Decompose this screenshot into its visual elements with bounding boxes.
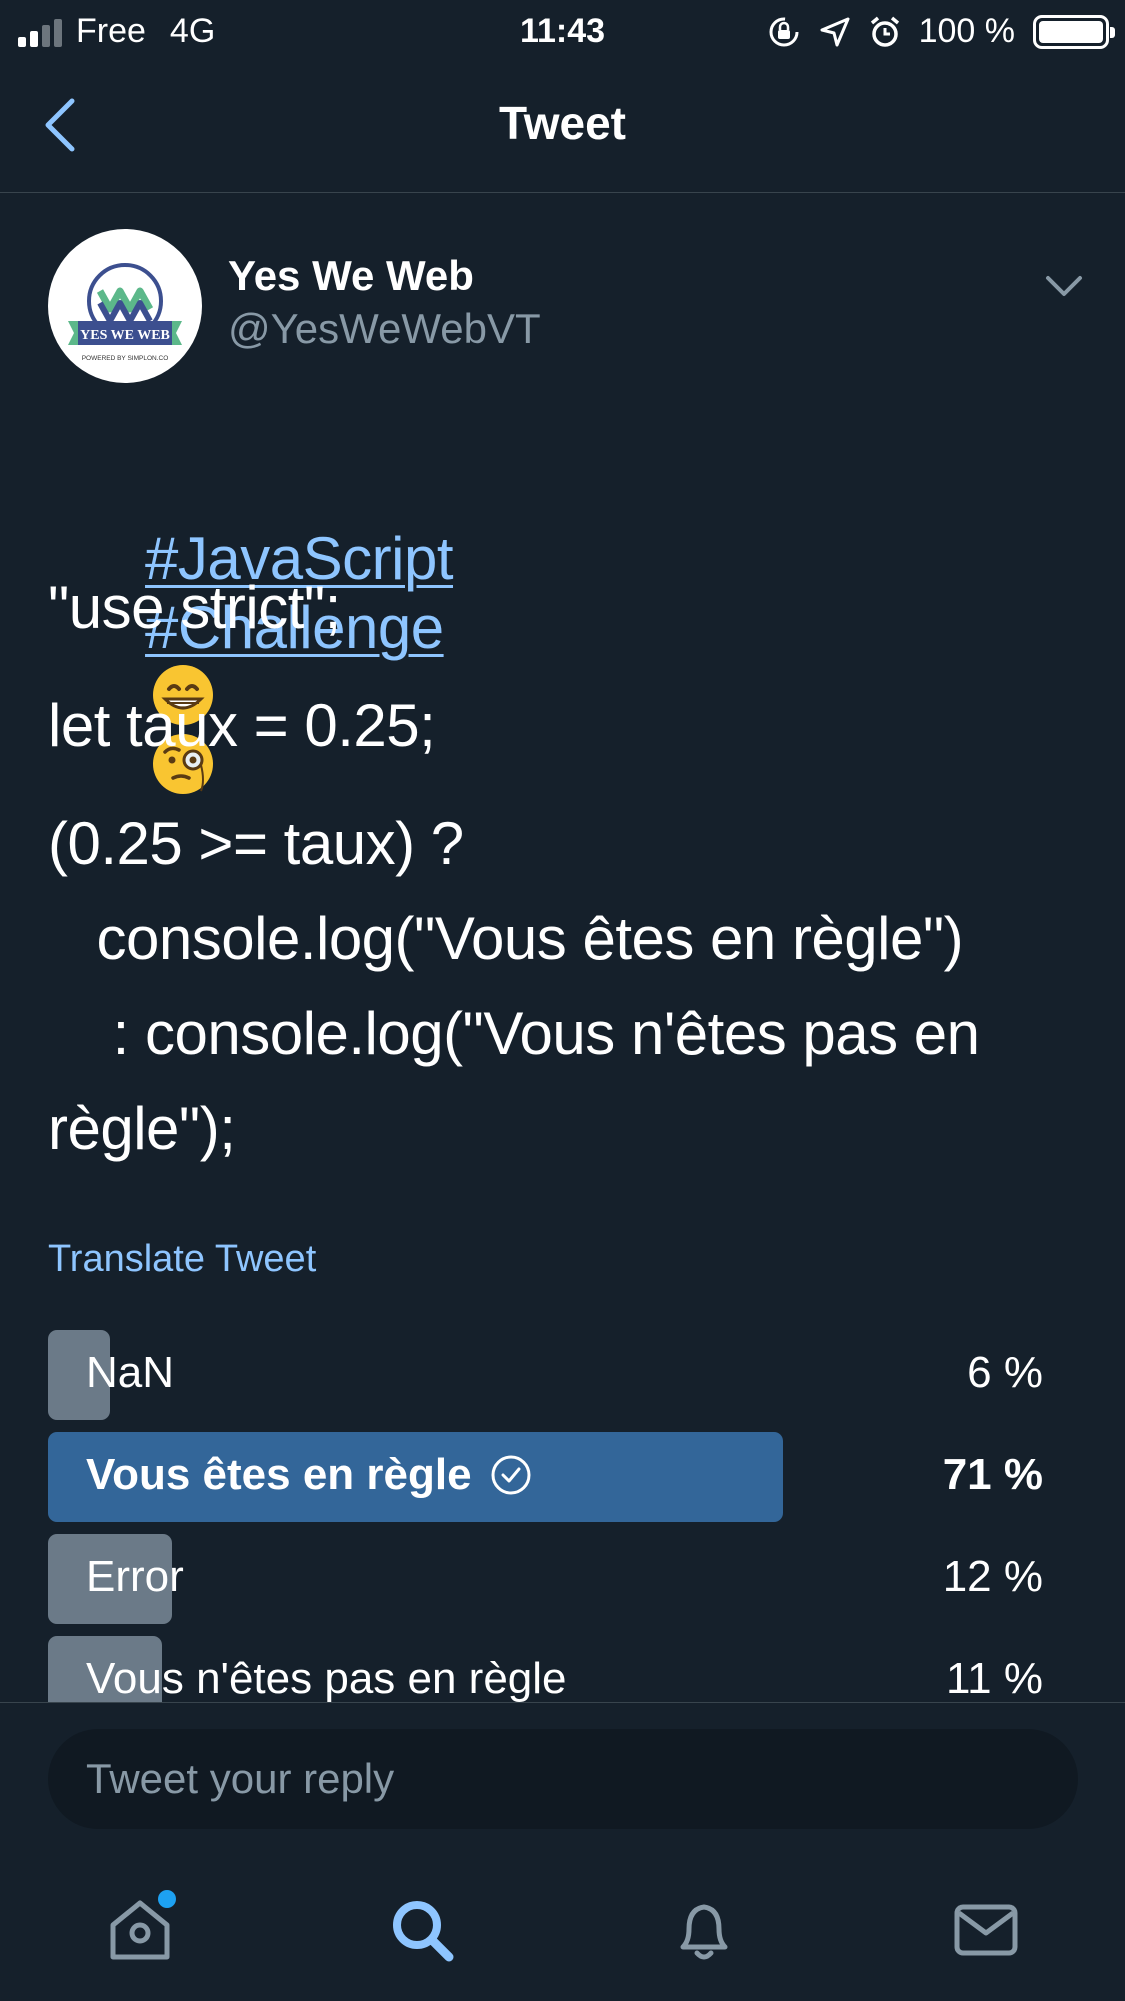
tweet-text-line: règle"); [48, 1095, 236, 1162]
home-notification-dot [158, 1890, 176, 1908]
reply-input[interactable] [48, 1729, 1078, 1829]
poll-option-percent: 11 % [945, 1654, 1043, 1702]
poll-option-percent: 6 % [967, 1348, 1043, 1397]
poll-option-label: Error [86, 1552, 184, 1601]
tab-notifications[interactable] [664, 1890, 744, 1970]
search-icon [393, 1901, 454, 1962]
tweet-text-line: (0.25 >= taux) ? [48, 810, 464, 877]
tab-search[interactable] [382, 1890, 462, 1970]
avatar[interactable]: YES WE WEB POWERED BY SIMPLON.CO [48, 229, 202, 383]
chevron-down-icon [1046, 276, 1082, 296]
tweet-scroll-area[interactable]: YES WE WEB POWERED BY SIMPLON.CO Yes We … [0, 0, 1125, 1702]
author-name[interactable]: Yes We Web [228, 252, 474, 300]
mail-icon [954, 1904, 1018, 1956]
tweet-text-line: : console.log("Vous n'êtes pas en [48, 1000, 980, 1067]
tweet-detail-screen: Free 4G 11:43 100 % Tweet YES WE WEB POW… [0, 0, 1125, 2001]
bottom-tab-bar [0, 1860, 1125, 2001]
check-circle-icon [491, 1455, 531, 1495]
poll-option-label-container: Vous êtes en règle [86, 1450, 532, 1500]
tab-home[interactable] [100, 1890, 180, 1970]
poll-option-percent: 12 % [942, 1552, 1043, 1601]
tweet-hashtag-line: #JavaScript #Challenge [48, 455, 1088, 869]
poll-option: NaN 6 % [48, 1330, 1043, 1420]
author-handle[interactable]: @YesWeWebVT [228, 305, 541, 353]
avatar-logo-text: YES WE WEB [80, 328, 170, 343]
bell-icon [680, 1904, 728, 1960]
poll-option-label: NaN [86, 1348, 175, 1397]
avatar-logo-subtext: POWERED BY SIMPLON.CO [82, 355, 169, 362]
tweet-text-line: let taux = 0.25; [48, 692, 436, 759]
poll-option-winner: Vous êtes en règle 71 % [48, 1432, 1043, 1522]
tab-messages[interactable] [946, 1890, 1026, 1970]
tweet-text-line: "use strict"; [48, 574, 341, 641]
poll-option-label: Vous n'êtes pas en règle [86, 1654, 567, 1702]
yes-we-web-logo-icon: YES WE WEB POWERED BY SIMPLON.CO [68, 263, 182, 362]
reply-bar [0, 1702, 1125, 1829]
poll-option-percent: 71 % [942, 1450, 1043, 1499]
tweet-text-line: console.log("Vous êtes en règle") [48, 905, 964, 972]
translate-tweet-link[interactable]: Translate Tweet [48, 1238, 316, 1281]
poll-option: Vous n'êtes pas en règle 11 % [48, 1636, 1043, 1702]
poll-option-label: Vous êtes en règle [86, 1450, 472, 1499]
tweet-options-button[interactable] [1040, 262, 1088, 310]
poll-option: Error 12 % [48, 1534, 1043, 1624]
